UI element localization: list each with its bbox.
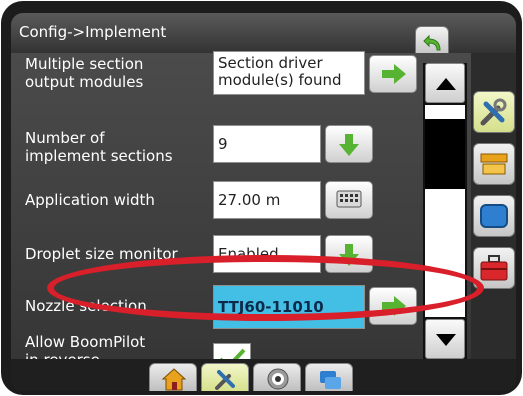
row-number-of-sections: Number of implement sections 9	[11, 111, 421, 165]
tools-icon	[215, 370, 235, 390]
screen-side-tab[interactable]	[473, 195, 515, 237]
triangle-up-icon	[436, 78, 456, 90]
row-label: Number of implement sections	[25, 129, 173, 165]
scroll-down-button[interactable]	[425, 319, 465, 359]
scroll-thumb[interactable]	[425, 119, 465, 189]
arrow-right-icon	[382, 64, 406, 84]
tools-side-tab[interactable]	[473, 91, 515, 133]
application-width-keyboard-button[interactable]	[325, 181, 373, 219]
scroll-up-button[interactable]	[425, 63, 465, 103]
back-arrow-icon	[423, 34, 441, 51]
sections-count-dropdown-button[interactable]	[325, 125, 373, 163]
layers-icon	[320, 371, 341, 389]
sections-count-field[interactable]: 9	[213, 125, 321, 163]
page-title: Config->Implement	[19, 23, 167, 41]
home-icon	[161, 368, 187, 391]
device-frame: Config->Implement Multiple section outpu…	[1, 1, 522, 395]
screen: Config->Implement Multiple section outpu…	[11, 13, 516, 391]
scrollbar[interactable]	[423, 63, 467, 359]
home-tab[interactable]	[149, 363, 197, 391]
application-width-field[interactable]: 27.00 m	[213, 181, 321, 219]
target-icon	[267, 368, 289, 390]
tools-icon	[480, 98, 507, 126]
implement-side-tab[interactable]	[473, 143, 515, 185]
target-tab[interactable]	[253, 363, 301, 391]
bottom-nav	[11, 359, 516, 391]
section-driver-field: Section driver module(s) found	[213, 51, 365, 95]
row-multiple-section-output: Multiple section output modules Section …	[11, 43, 421, 99]
section-driver-next-button[interactable]	[369, 55, 417, 93]
arrow-down-icon	[339, 134, 359, 156]
highlight-ellipse	[47, 255, 484, 321]
screen-icon	[480, 204, 508, 228]
row-label: Application width	[25, 191, 155, 209]
toolbox-icon	[480, 255, 508, 281]
row-application-width: Application width 27.00 m	[11, 173, 421, 223]
tools-tab[interactable]	[201, 363, 249, 391]
implement-icon	[480, 153, 508, 175]
keyboard-icon	[336, 190, 362, 208]
row-label: Multiple section output modules	[25, 55, 144, 91]
layers-tab[interactable]	[305, 363, 353, 391]
triangle-down-icon	[436, 334, 456, 346]
